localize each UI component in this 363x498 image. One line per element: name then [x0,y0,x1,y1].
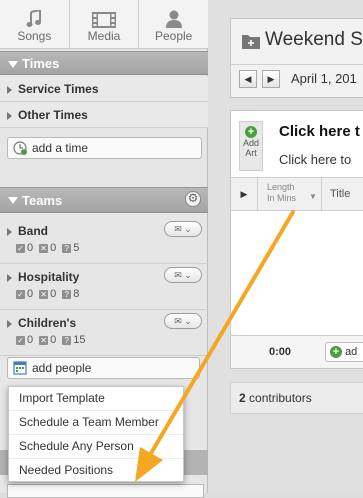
order-of-service-panel: + Add Art Click here t Click here to ▶ L… [230,110,363,369]
confirmed-count: 0 [27,288,34,300]
service-times-label: Service Times [18,82,99,96]
sort-chevron-icon[interactable]: ▼ [309,192,317,201]
expand-arrow-icon [7,274,12,282]
declined-icon: ✕ [39,244,49,253]
expand-arrow-icon [7,112,12,120]
plus-icon: + [245,126,257,138]
next-plan-button[interactable]: ▶ [262,70,280,88]
plus-icon: + [330,346,342,358]
add-people-button[interactable]: add people [7,357,200,379]
plan-header-panel: Weekend Se ◀ ▶ April 1, 201 [230,18,363,98]
tab-people[interactable]: People [139,0,208,48]
add-item-button[interactable]: + ad [325,342,363,362]
plan-folder-icon [242,35,260,49]
tab-people-label: People [154,29,193,43]
email-team-button[interactable]: ✉ ⌄ [164,221,202,237]
divider [231,64,363,65]
gear-icon[interactable]: ⚙ [185,191,201,207]
declined-count: 0 [50,242,57,254]
declined-icon: ✕ [39,290,49,299]
tab-songs[interactable]: Songs [0,0,70,48]
tab-media[interactable]: Media [70,0,140,48]
music-note-icon [26,10,42,27]
unconfirmed-icon: ? [62,290,72,299]
teams-header-label: Teams [22,193,63,208]
times-section-header[interactable]: Times [0,51,208,75]
contributors-count: 2 [239,391,246,405]
menu-item-import-template[interactable]: Import Template [9,387,183,411]
add-item-button[interactable] [7,484,204,498]
menu-item-schedule-any-person[interactable]: Schedule Any Person [9,435,183,459]
add-people-label: add people [32,361,92,375]
expand-arrow-icon [7,320,12,328]
unconfirmed-icon: ? [62,336,72,345]
main-area: Weekend Se ◀ ▶ April 1, 201 + Add Art Cl… [208,0,363,493]
sidebar: Songs Media People Times Service Times O… [0,0,208,498]
email-team-button[interactable]: ✉ ⌄ [164,267,202,283]
unconfirmed-count: 5 [73,242,80,254]
unconfirmed-count: 15 [73,334,86,346]
plan-date: April 1, 201 [291,71,357,86]
previous-plan-button[interactable]: ◀ [239,70,257,88]
tab-media-label: Media [87,29,121,43]
check-icon: ✓ [16,336,25,345]
collapse-triangle-icon [8,197,18,204]
contributors-bar[interactable]: 2 contributors [230,382,363,414]
calendar-icon [13,361,27,375]
other-times-label: Other Times [18,108,88,122]
plan-title: Weekend Se [265,29,363,50]
check-icon: ✓ [16,244,25,253]
email-team-button[interactable]: ✉ ⌄ [164,313,202,329]
team-counts: ✓ 0 ✕ 0 ? 8 [16,288,79,300]
unconfirmed-count: 8 [73,288,80,300]
add-time-button[interactable]: add a time [7,137,202,159]
order-footer: 0:00 + ad [231,335,363,368]
menu-item-needed-positions[interactable]: Needed Positions [9,459,183,482]
title-column-header[interactable]: Title [321,178,363,210]
add-people-dropdown-menu: Import Template Schedule a Team Member S… [8,386,184,482]
contributors-label: contributors [249,391,312,405]
add-item-label: ad [345,346,358,358]
team-band[interactable]: Band ✉ ⌄ ✓ 0 ✕ 0 ? 5 [0,218,208,264]
team-name: Band [18,224,48,238]
team-name: Hospitality [18,270,80,284]
person-icon [165,10,182,28]
total-time: 0:00 [269,346,292,358]
film-icon [92,12,116,28]
plan-heading-editable[interactable]: Click here t [279,123,360,140]
add-art-button[interactable]: + Add Art [239,121,263,171]
confirmed-count: 0 [27,334,34,346]
service-times-row[interactable]: Service Times [0,76,208,102]
plan-subheading-editable[interactable]: Click here to [279,152,351,167]
collapse-triangle-icon [8,61,18,68]
tab-songs-label: Songs [17,29,52,43]
declined-icon: ✕ [39,336,49,345]
expand-arrow-icon [7,86,12,94]
expand-arrow-icon [7,228,12,236]
team-childrens[interactable]: Children's ✉ ⌄ ✓ 0 ✕ 0 ? 15 [0,310,208,356]
unconfirmed-icon: ? [62,244,72,253]
other-times-row[interactable]: Other Times [0,102,208,128]
teams-section-header[interactable]: Teams [0,187,208,213]
confirmed-count: 0 [27,242,34,254]
add-time-label: add a time [32,141,89,155]
nav-tabs: Songs Media People [0,0,208,49]
team-name: Children's [18,316,77,330]
declined-count: 0 [50,334,57,346]
team-hospitality[interactable]: Hospitality ✉ ⌄ ✓ 0 ✕ 0 ? 8 [0,264,208,310]
team-counts: ✓ 0 ✕ 0 ? 5 [16,242,79,254]
table-header: ▶ Length In Mins ▼ Title [231,177,363,211]
play-column-header[interactable]: ▶ [231,178,258,210]
clock-add-icon [13,141,27,155]
declined-count: 0 [50,288,57,300]
team-counts: ✓ 0 ✕ 0 ? 15 [16,334,86,346]
add-art-label: Add Art [242,138,259,158]
check-icon: ✓ [16,290,25,299]
times-header-label: Times [22,56,60,71]
menu-item-schedule-team-member[interactable]: Schedule a Team Member [9,411,183,435]
